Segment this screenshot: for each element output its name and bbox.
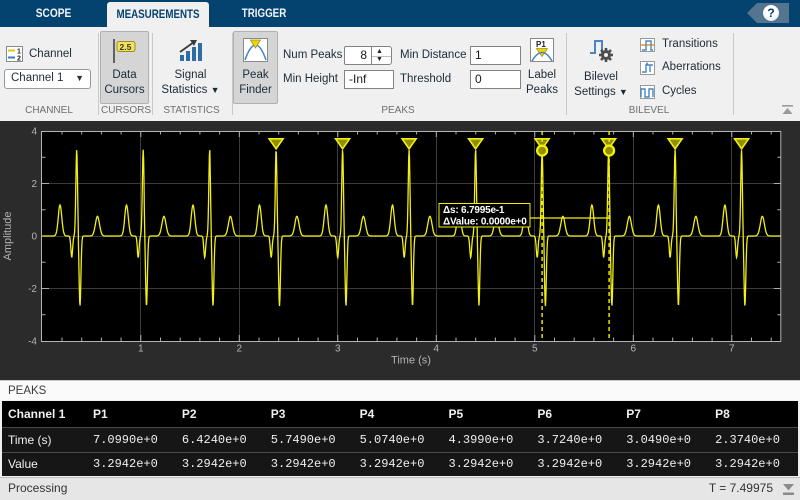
- svg-text:2: 2: [31, 179, 37, 190]
- svg-text:6: 6: [631, 344, 637, 355]
- svg-text:P1: P1: [536, 40, 546, 49]
- svg-text:2: 2: [237, 344, 243, 355]
- svg-text:7: 7: [729, 344, 735, 355]
- svg-text:3: 3: [335, 344, 341, 355]
- svg-text:Δs: 6.7995e-1: Δs: 6.7995e-1: [443, 205, 505, 216]
- svg-text:1: 1: [17, 49, 21, 56]
- svg-text:5: 5: [532, 344, 538, 355]
- svg-text:-2: -2: [28, 284, 37, 295]
- svg-text:4: 4: [434, 344, 440, 355]
- svg-text:2.5: 2.5: [120, 42, 132, 52]
- svg-text:-4: -4: [28, 337, 37, 348]
- svg-text:4: 4: [31, 127, 37, 138]
- svg-text:1: 1: [138, 344, 144, 355]
- svg-text:2: 2: [17, 56, 21, 63]
- svg-text:ΔValue: 0.0000e+0: ΔValue: 0.0000e+0: [443, 217, 527, 228]
- svg-text:Time (s): Time (s): [391, 355, 431, 367]
- svg-text:0: 0: [31, 232, 37, 243]
- svg-text:Amplitude: Amplitude: [2, 212, 14, 261]
